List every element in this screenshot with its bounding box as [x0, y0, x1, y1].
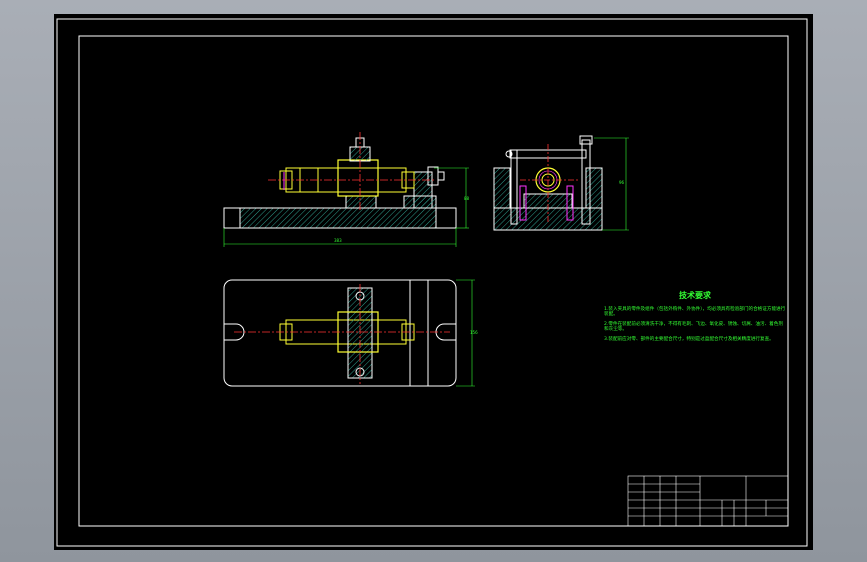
support-block: [345, 195, 377, 209]
dim-front-length: 383: [334, 238, 342, 243]
side-right-wall: [585, 167, 603, 209]
base-plate-left-lug: [223, 207, 241, 229]
side-left-wall: [493, 167, 511, 209]
top-base-plate: [223, 279, 457, 387]
front-view: [223, 132, 469, 247]
dim-side-height: 96: [619, 180, 625, 185]
base-plate: [223, 207, 457, 229]
top-view: [223, 279, 475, 387]
base-plate-right-lug: [435, 207, 457, 229]
dim-top-width: 156: [470, 330, 478, 335]
workpiece-collar: [337, 159, 379, 197]
drawing-canvas[interactable]: [54, 14, 813, 550]
cad-app-window: 技术要求 1.装入夹具的零件及组件（包括外购件、外协件），均必须具有检验部门的合…: [0, 0, 867, 562]
right-bracket-foot: [403, 195, 437, 209]
side-view: [493, 135, 629, 231]
drawing-viewport[interactable]: 技术要求 1.装入夹具的零件及组件（包括外购件、外协件），均必须具有检验部门的合…: [54, 14, 813, 550]
outer-frame: [56, 18, 808, 547]
technical-requirement-3: 3.装配前应对零、部件的主要配合尺寸，特别是过盈配合尺寸及相关精度进行复查。: [604, 337, 774, 342]
technical-requirement-1: 1.装入夹具的零件及组件（包括外购件、外协件），均必须具有检验部门的合格证方能进…: [604, 307, 786, 317]
dim-front-height: 88: [464, 196, 470, 201]
clamp-screw-knob: [437, 171, 445, 181]
technical-requirements-title: 技术要求: [679, 291, 711, 300]
inner-frame: [78, 35, 789, 527]
technical-requirement-2: 2.零件在装配前必须清洗干净，不得有毛刺、飞边、氧化皮、锈蚀、切屑、油污、着色剂…: [604, 322, 783, 332]
title-block: [627, 475, 789, 527]
